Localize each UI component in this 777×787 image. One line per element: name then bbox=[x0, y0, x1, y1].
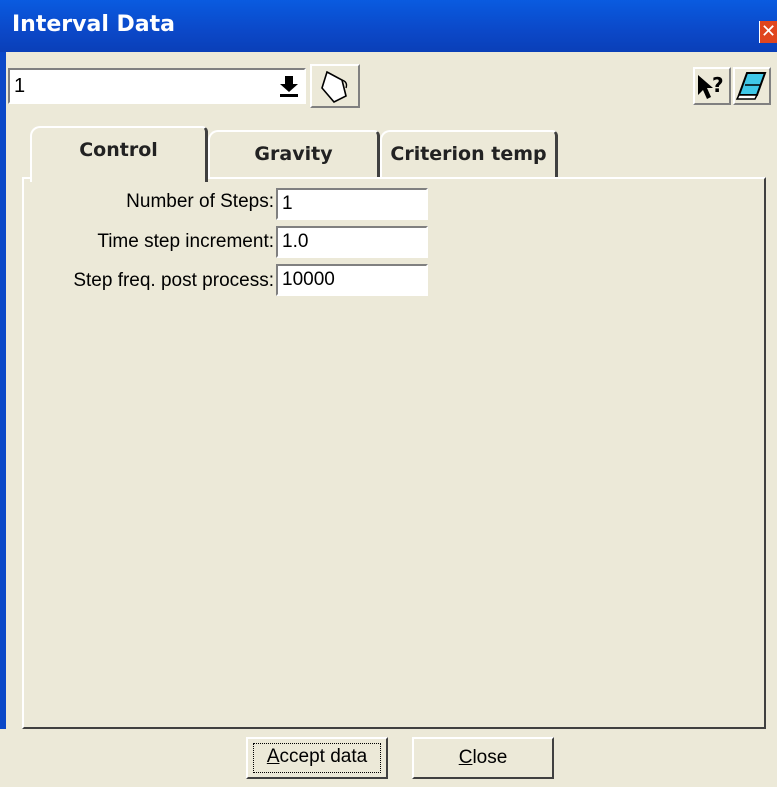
tab-criterion-temp-label: Criterion temp bbox=[390, 143, 547, 165]
close-window-button[interactable]: ✕ bbox=[759, 21, 777, 43]
dialog-footer: Accept data Close bbox=[0, 729, 777, 787]
title-bar[interactable]: Interval Data ✕ bbox=[0, 0, 777, 52]
time-step-increment-label: Time step increment: bbox=[97, 231, 274, 252]
close-button[interactable]: Close bbox=[412, 737, 554, 779]
focus-rectangle bbox=[253, 743, 381, 773]
context-help-button[interactable]: ? bbox=[693, 67, 731, 105]
step-freq-post-process-label: Step freq. post process: bbox=[73, 270, 274, 291]
paint-bucket-icon bbox=[321, 70, 348, 103]
step-freq-post-process-input[interactable]: 10000 bbox=[276, 264, 428, 296]
paint-bucket-button[interactable] bbox=[310, 64, 360, 108]
interval-select[interactable]: 1 bbox=[8, 68, 306, 104]
eraser-button[interactable] bbox=[733, 67, 771, 105]
accept-data-button[interactable]: Accept data bbox=[246, 737, 388, 779]
window-title: Interval Data bbox=[12, 12, 175, 37]
svg-text:?: ? bbox=[712, 73, 724, 97]
download-arrow-icon[interactable] bbox=[279, 74, 299, 98]
close-icon: ✕ bbox=[760, 21, 777, 42]
tab-control-label: Control bbox=[79, 139, 158, 161]
number-of-steps-input[interactable]: 1 bbox=[276, 188, 428, 220]
window-left-border bbox=[0, 52, 6, 787]
tab-gravity[interactable]: Gravity bbox=[208, 130, 380, 178]
number-of-steps-label: Number of Steps: bbox=[126, 191, 274, 212]
time-step-increment-input[interactable]: 1.0 bbox=[276, 226, 428, 258]
interval-select-value: 1 bbox=[14, 75, 26, 97]
tab-control[interactable]: Control bbox=[30, 126, 208, 182]
tab-gravity-label: Gravity bbox=[254, 143, 333, 165]
eraser-icon bbox=[735, 72, 767, 100]
control-tab-panel: Number of Steps: 1 Time step increment: … bbox=[22, 177, 766, 729]
help-pointer-icon: ? bbox=[698, 73, 724, 99]
close-label: Close bbox=[458, 747, 508, 768]
interval-data-window: Interval Data ✕ 1 ? Control Gravity Crit… bbox=[0, 0, 777, 787]
tab-criterion-temp[interactable]: Criterion temp bbox=[380, 130, 558, 178]
